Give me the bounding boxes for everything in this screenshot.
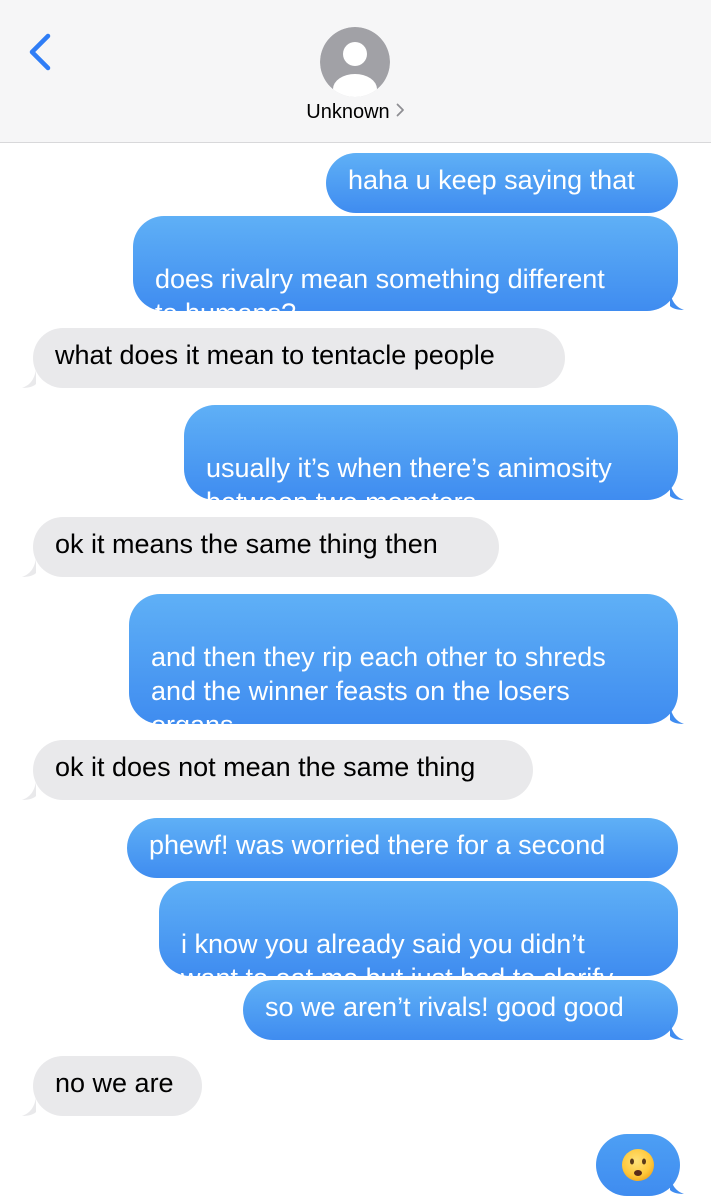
message-text: haha u keep saying that xyxy=(348,165,635,195)
conversation-header: Unknown xyxy=(0,0,711,143)
outgoing-message[interactable]: and then they rip each other to shreds a… xyxy=(129,594,678,740)
incoming-message[interactable]: no we are xyxy=(33,1056,202,1116)
contact-name: Unknown xyxy=(306,101,390,123)
incoming-message[interactable]: ok it does not mean the same thing xyxy=(33,740,533,800)
bubble-tail xyxy=(22,1098,36,1116)
outgoing-message[interactable]: does rivalry mean something different to… xyxy=(133,216,678,328)
message-text: no we are xyxy=(55,1068,174,1098)
back-button[interactable] xyxy=(22,30,62,74)
outgoing-emoji-message[interactable] xyxy=(596,1134,680,1196)
bubble-tail xyxy=(670,706,684,724)
message-text: and then they rip each other to shreds a… xyxy=(151,642,606,740)
outgoing-message[interactable]: usually it’s when there’s animosity betw… xyxy=(184,405,678,517)
incoming-message[interactable]: ok it means the same thing then xyxy=(33,517,499,577)
incoming-message[interactable]: what does it mean to tentacle people xyxy=(33,328,565,388)
bubble-tail xyxy=(670,292,684,310)
person-icon xyxy=(320,27,390,97)
bubble-tail xyxy=(22,782,36,800)
message-text: usually it’s when there’s animosity betw… xyxy=(206,453,612,517)
bubble-tail xyxy=(670,1176,684,1194)
outgoing-message[interactable]: so we aren’t rivals! good good xyxy=(243,980,678,1040)
bubble-tail xyxy=(22,559,36,577)
bubble-tail xyxy=(22,370,36,388)
message-text: so we aren’t rivals! good good xyxy=(265,992,624,1022)
frowning-face-with-open-mouth-icon xyxy=(622,1149,654,1181)
outgoing-message[interactable]: i know you already said you didn’t want … xyxy=(159,881,678,993)
chevron-left-icon xyxy=(29,33,51,71)
message-text: ok it means the same thing then xyxy=(55,529,438,559)
message-text: ok it does not mean the same thing xyxy=(55,752,476,782)
contact-avatar[interactable] xyxy=(320,27,390,97)
bubble-tail xyxy=(670,1022,684,1040)
bubble-tail xyxy=(670,482,684,500)
message-thread[interactable]: haha u keep saying that does rivalry mea… xyxy=(0,142,711,1200)
message-text: phewf! was worried there for a second xyxy=(149,830,606,860)
chevron-right-icon xyxy=(396,100,405,123)
contact-name-button[interactable]: Unknown xyxy=(0,100,711,124)
message-text: what does it mean to tentacle people xyxy=(55,340,495,370)
message-text: does rivalry mean something different to… xyxy=(155,264,605,328)
outgoing-message[interactable]: haha u keep saying that xyxy=(326,153,678,213)
outgoing-message[interactable]: phewf! was worried there for a second xyxy=(127,818,678,878)
